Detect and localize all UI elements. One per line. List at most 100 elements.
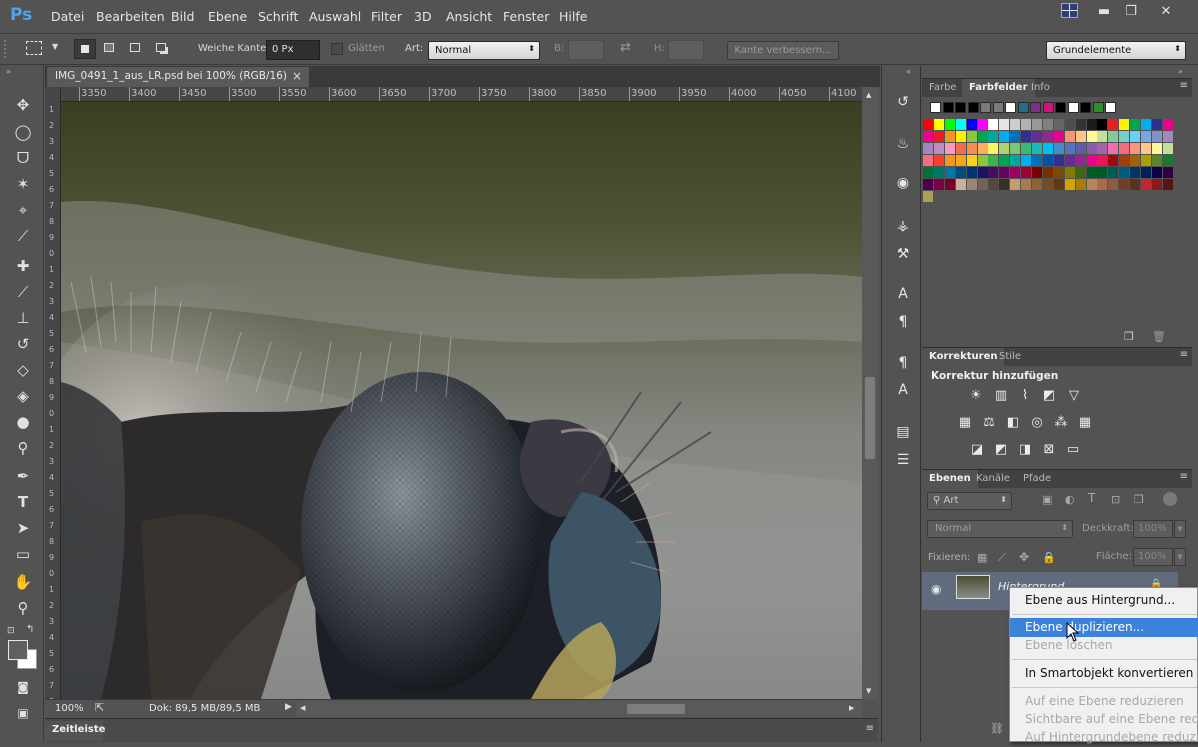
swatch[interactable] bbox=[1097, 119, 1108, 130]
hue-saturation-icon[interactable]: ▦ bbox=[956, 415, 974, 431]
swatch[interactable] bbox=[1108, 143, 1119, 154]
swatch[interactable] bbox=[1130, 131, 1141, 142]
menu-bild[interactable]: Bild bbox=[171, 9, 194, 24]
path-selection-tool-icon[interactable]: ➤ bbox=[11, 517, 35, 539]
lock-position-icon[interactable]: ✥ bbox=[1019, 550, 1029, 564]
crop-tool-icon[interactable]: ⌖ bbox=[11, 199, 35, 221]
quick-mask-icon[interactable]: ◙ bbox=[11, 676, 35, 698]
swatch[interactable] bbox=[999, 155, 1010, 166]
tab-info[interactable]: Info bbox=[1024, 79, 1057, 98]
swatch[interactable] bbox=[1151, 131, 1162, 142]
rectangle-tool-icon[interactable]: ▭ bbox=[11, 543, 35, 565]
menu-ebene[interactable]: Ebene bbox=[208, 9, 247, 24]
swatch[interactable] bbox=[1064, 131, 1075, 142]
menu-schrift[interactable]: Schrift bbox=[258, 9, 298, 24]
swatch[interactable] bbox=[988, 179, 999, 190]
swatch[interactable] bbox=[1086, 131, 1097, 142]
swatch[interactable] bbox=[1032, 155, 1042, 166]
color-balance-icon[interactable]: ⚖ bbox=[980, 415, 998, 431]
swatch[interactable] bbox=[966, 143, 977, 154]
default-colors-icon[interactable]: ⊡ bbox=[7, 626, 15, 636]
brush-panel-icon[interactable]: ⚶ bbox=[892, 216, 914, 236]
swatch[interactable] bbox=[1108, 119, 1119, 130]
swatch[interactable] bbox=[1064, 179, 1075, 190]
swatch[interactable] bbox=[1042, 143, 1053, 154]
swatch[interactable] bbox=[944, 167, 955, 178]
menu-ansicht[interactable]: Ansicht bbox=[446, 9, 492, 24]
swatch[interactable] bbox=[1021, 155, 1032, 166]
workspace-select[interactable]: Grundelemente ⬍ bbox=[1046, 41, 1186, 60]
history-brush-tool-icon[interactable]: ↺ bbox=[11, 333, 35, 355]
swatch[interactable] bbox=[1032, 179, 1042, 190]
link-layers-icon[interactable]: ⛓ bbox=[990, 722, 1004, 735]
swap-colors-icon[interactable]: ↰ bbox=[26, 624, 34, 635]
swatch[interactable] bbox=[1064, 167, 1075, 178]
move-tool-icon[interactable]: ✥ bbox=[11, 94, 35, 116]
levels-icon[interactable]: ▥ bbox=[992, 388, 1010, 404]
intersect-selection-icon[interactable] bbox=[156, 43, 166, 52]
menu-item-layer-from-background[interactable]: Ebene aus Hintergrund... bbox=[1010, 591, 1198, 610]
blend-mode-select[interactable]: Normal ⬍ bbox=[927, 520, 1073, 538]
swatch[interactable] bbox=[1119, 143, 1130, 154]
style-select[interactable]: Normal ⬍ bbox=[428, 41, 540, 60]
screen-mode-icon[interactable]: ▣ bbox=[11, 702, 35, 724]
menu-hilfe[interactable]: Hilfe bbox=[559, 9, 587, 24]
swatch[interactable] bbox=[1119, 155, 1130, 166]
menu-item-duplicate-layer[interactable]: Ebene duplizieren... bbox=[1010, 618, 1198, 637]
swatch[interactable] bbox=[977, 143, 988, 154]
swatch[interactable] bbox=[955, 167, 966, 178]
threshold-icon[interactable]: ◨ bbox=[1016, 442, 1034, 458]
elliptical-marquee-tool-icon[interactable]: ◯ bbox=[11, 121, 35, 143]
document-canvas[interactable] bbox=[61, 102, 862, 699]
swatch[interactable] bbox=[1075, 155, 1086, 166]
clone-stamp-tool-icon[interactable]: ⊥ bbox=[11, 307, 35, 329]
horizontal-scrollbar[interactable]: ◀ ▶ bbox=[297, 701, 862, 717]
swatch[interactable] bbox=[1075, 131, 1086, 142]
swatch[interactable] bbox=[1151, 179, 1162, 190]
swatch[interactable] bbox=[1162, 155, 1173, 166]
swatch[interactable] bbox=[1086, 179, 1097, 190]
swatch[interactable] bbox=[999, 119, 1010, 130]
swatch[interactable] bbox=[1151, 167, 1162, 178]
brightness-contrast-icon[interactable]: ☀ bbox=[967, 388, 985, 404]
black-white-icon[interactable]: ◧ bbox=[1004, 415, 1022, 431]
healing-brush-tool-icon[interactable]: ✚ bbox=[11, 255, 35, 277]
swap-icon[interactable]: ⇄ bbox=[620, 40, 631, 55]
swatch[interactable] bbox=[1053, 155, 1064, 166]
foreground-color-swatch[interactable] bbox=[8, 640, 28, 660]
color-lookup-icon[interactable]: ▦ bbox=[1076, 415, 1094, 431]
swatch[interactable] bbox=[923, 155, 933, 166]
swatch[interactable] bbox=[1097, 155, 1108, 166]
swatch[interactable] bbox=[1075, 167, 1086, 178]
swatch[interactable] bbox=[1141, 167, 1151, 178]
blur-tool-icon[interactable]: ● bbox=[11, 411, 35, 433]
swatch[interactable] bbox=[933, 143, 944, 154]
swatch[interactable] bbox=[930, 102, 941, 113]
swatch[interactable] bbox=[1010, 119, 1021, 130]
swatch[interactable] bbox=[955, 119, 966, 130]
scroll-left-arrow-icon[interactable]: ◀ bbox=[300, 704, 305, 712]
swatch[interactable] bbox=[944, 131, 955, 142]
height-input[interactable] bbox=[668, 40, 704, 60]
filter-type-icon[interactable]: T bbox=[1088, 491, 1095, 505]
magic-wand-tool-icon[interactable]: ✶ bbox=[11, 173, 35, 195]
swatch[interactable] bbox=[1021, 143, 1032, 154]
swatch[interactable] bbox=[1030, 102, 1041, 113]
new-swatch-icon[interactable]: ❐ bbox=[1124, 330, 1134, 343]
selective-color-icon[interactable]: ⊠ bbox=[1040, 442, 1058, 458]
swatch[interactable] bbox=[933, 131, 944, 142]
soft-edge-input[interactable]: 0 Px bbox=[266, 40, 320, 60]
vertical-scroll-thumb[interactable] bbox=[865, 377, 875, 459]
swatch[interactable] bbox=[1021, 131, 1032, 142]
hand-tool-icon[interactable]: ✋ bbox=[11, 571, 35, 593]
swatch[interactable] bbox=[1130, 155, 1141, 166]
swatch[interactable] bbox=[955, 102, 966, 113]
menu-fenster[interactable]: Fenster bbox=[503, 9, 549, 24]
menu-auswahl[interactable]: Auswahl bbox=[309, 9, 361, 24]
swatch[interactable] bbox=[999, 179, 1010, 190]
swatch[interactable] bbox=[1130, 119, 1141, 130]
swatch[interactable] bbox=[966, 179, 977, 190]
swatch[interactable] bbox=[933, 179, 944, 190]
swatch[interactable] bbox=[1141, 179, 1151, 190]
minimize-button[interactable]: ▬ bbox=[1089, 2, 1119, 22]
